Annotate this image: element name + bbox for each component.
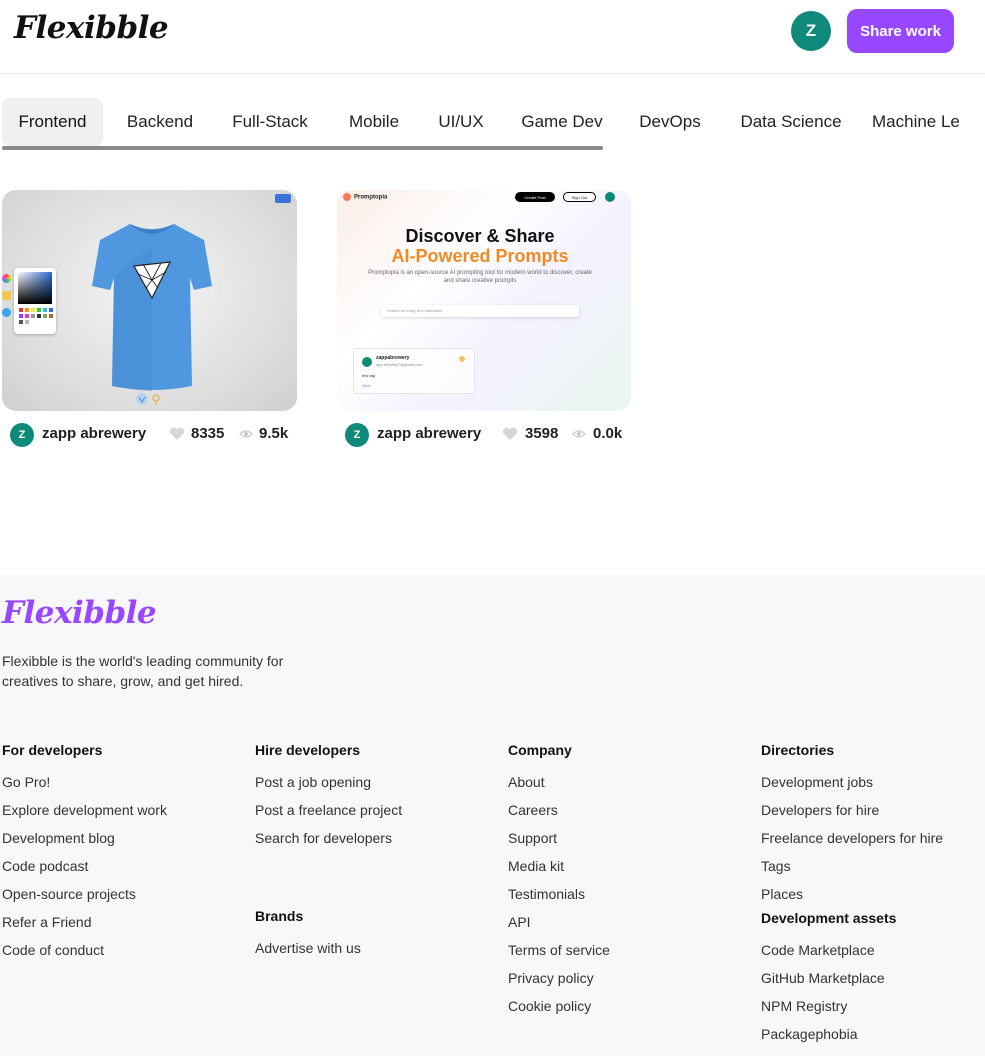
project-card[interactable]: Z zapp abrewery 8335 9.5k bbox=[2, 190, 297, 462]
user-avatar[interactable]: Z bbox=[791, 11, 831, 51]
author-avatar[interactable]: Z bbox=[10, 423, 34, 447]
preview-avatar bbox=[605, 192, 615, 202]
promptopia-logo: Promptopia bbox=[343, 193, 387, 201]
preview-sign-out: Sign Out bbox=[563, 192, 596, 202]
footer-link[interactable]: Tags bbox=[761, 856, 985, 884]
footer-link[interactable]: GitHub Marketplace bbox=[761, 968, 985, 996]
footer-link[interactable]: Advertise with us bbox=[255, 938, 495, 966]
preview-search: Search for a tag or a username bbox=[381, 305, 579, 317]
preview-post-user: zappabrewery bbox=[376, 355, 410, 361]
footer-heading-brands: Brands bbox=[255, 908, 304, 924]
footer-link[interactable]: Support bbox=[508, 828, 748, 856]
footer-link[interactable]: Open-source projects bbox=[2, 884, 242, 912]
eye-icon bbox=[239, 430, 253, 438]
tab-devops[interactable]: DevOps bbox=[629, 98, 711, 146]
tshirt-image bbox=[92, 224, 212, 391]
project-meta: Z zapp abrewery 8335 9.5k bbox=[2, 422, 297, 462]
footer-link[interactable]: Terms of service bbox=[508, 940, 748, 968]
view-count: 0.0k bbox=[593, 425, 623, 442]
footer-heading-development-assets: Development assets bbox=[761, 910, 897, 926]
footer-link[interactable]: Go Pro! bbox=[2, 772, 242, 800]
footer-heading: Company bbox=[508, 742, 572, 758]
footer-link[interactable]: Explore development work bbox=[2, 800, 242, 828]
footer-link[interactable]: Testimonials bbox=[508, 884, 748, 912]
heart-icon[interactable] bbox=[502, 427, 518, 441]
footer-link[interactable]: Code podcast bbox=[2, 856, 242, 884]
author-name[interactable]: zapp abrewery bbox=[42, 425, 146, 442]
footer-link[interactable]: Code Marketplace bbox=[761, 940, 985, 968]
footer-link[interactable]: Post a job opening bbox=[255, 772, 495, 800]
copy-icon bbox=[459, 356, 465, 362]
footer-column-directories: Directories Development jobs Developers … bbox=[761, 740, 985, 1052]
preview-post-text: test tag bbox=[362, 373, 376, 378]
editor-tool-icons bbox=[2, 274, 12, 325]
preview-prompt-card: zappabrewery app.brewery?@gmail.com test… bbox=[353, 348, 475, 394]
footer-column-company: Company About Careers Support Media kit … bbox=[508, 740, 748, 1024]
top-navbar: Flexibble Z Share work bbox=[0, 0, 985, 74]
eye-icon bbox=[572, 430, 586, 438]
footer-tagline: Flexibble is the world's leading communi… bbox=[2, 653, 284, 689]
project-thumbnail[interactable]: Promptopia Create Post Sign Out Discover… bbox=[337, 190, 631, 411]
footer-link[interactable]: Packagephobia bbox=[761, 1024, 985, 1052]
tab-backend[interactable]: Backend bbox=[110, 98, 210, 146]
footer-link[interactable]: API bbox=[508, 912, 748, 940]
preview-create-post: Create Post bbox=[515, 192, 555, 202]
bottom-tool-icons bbox=[136, 392, 170, 411]
footer-link[interactable]: NPM Registry bbox=[761, 996, 985, 1024]
footer-link[interactable]: Development blog bbox=[2, 828, 242, 856]
footer-link[interactable]: Cookie policy bbox=[508, 996, 748, 1024]
footer-link[interactable]: Developers for hire bbox=[761, 800, 985, 828]
footer-link[interactable]: Freelance developers for hire bbox=[761, 828, 985, 856]
tab-frontend[interactable]: Frontend bbox=[2, 98, 103, 146]
footer-link[interactable]: Code of conduct bbox=[2, 940, 242, 968]
badge-icon bbox=[275, 194, 291, 203]
footer-link[interactable]: Search for developers bbox=[255, 828, 495, 856]
project-card[interactable]: Promptopia Create Post Sign Out Discover… bbox=[337, 190, 632, 462]
color-picker bbox=[14, 268, 56, 334]
heart-icon[interactable] bbox=[169, 427, 185, 441]
footer-link[interactable]: About bbox=[508, 772, 748, 800]
site-footer: Flexibble Flexibble is the world's leadi… bbox=[0, 575, 985, 1056]
footer-link[interactable]: Careers bbox=[508, 800, 748, 828]
tabs-scrollbar[interactable] bbox=[2, 146, 603, 150]
preview-description: Promptopia is an open-source AI promptin… bbox=[368, 270, 592, 284]
preview-headline: Discover & Share bbox=[405, 226, 555, 246]
tab-machine-learning[interactable]: Machine Le bbox=[872, 98, 982, 146]
author-name[interactable]: zapp abrewery bbox=[377, 425, 481, 442]
project-thumbnail[interactable] bbox=[2, 190, 297, 411]
tab-full-stack[interactable]: Full-Stack bbox=[220, 98, 320, 146]
preview-headline-accent: AI-Powered Prompts bbox=[391, 246, 569, 266]
footer-column-hire-developers: Hire developers Post a job opening Post … bbox=[255, 740, 495, 966]
tab-data-science[interactable]: Data Science bbox=[732, 98, 850, 146]
category-tabs: Frontend Backend Full-Stack Mobile UI/UX… bbox=[2, 98, 985, 150]
footer-link[interactable]: Media kit bbox=[508, 856, 748, 884]
project-meta: Z zapp abrewery 3598 0.0k bbox=[337, 422, 632, 462]
flexibble-logo[interactable]: Flexibble bbox=[14, 10, 169, 46]
preview-post-email: app.brewery?@gmail.com bbox=[376, 362, 423, 367]
promptopia-logo-icon bbox=[343, 193, 351, 201]
tab-mobile[interactable]: Mobile bbox=[337, 98, 411, 146]
footer-heading: For developers bbox=[2, 742, 103, 758]
footer-link[interactable]: Privacy policy bbox=[508, 968, 748, 996]
author-avatar[interactable]: Z bbox=[345, 423, 369, 447]
footer-heading: Hire developers bbox=[255, 742, 361, 758]
like-count: 3598 bbox=[525, 425, 559, 442]
footer-link[interactable]: Post a freelance project bbox=[255, 800, 495, 828]
footer-column-for-developers: For developers Go Pro! Explore developme… bbox=[2, 740, 242, 968]
tab-game-dev[interactable]: Game Dev bbox=[512, 98, 612, 146]
preview-post-tag: #test bbox=[362, 383, 371, 388]
tab-ui-ux[interactable]: UI/UX bbox=[427, 98, 495, 146]
footer-link[interactable]: Refer a Friend bbox=[2, 912, 242, 940]
footer-link[interactable]: Development jobs bbox=[761, 772, 985, 800]
footer-logo[interactable]: Flexibble bbox=[2, 595, 157, 631]
preview-post-avatar bbox=[362, 357, 372, 367]
share-work-button[interactable]: Share work bbox=[847, 9, 954, 53]
view-count: 9.5k bbox=[259, 425, 289, 442]
like-count: 8335 bbox=[191, 425, 225, 442]
footer-heading: Directories bbox=[761, 742, 835, 758]
